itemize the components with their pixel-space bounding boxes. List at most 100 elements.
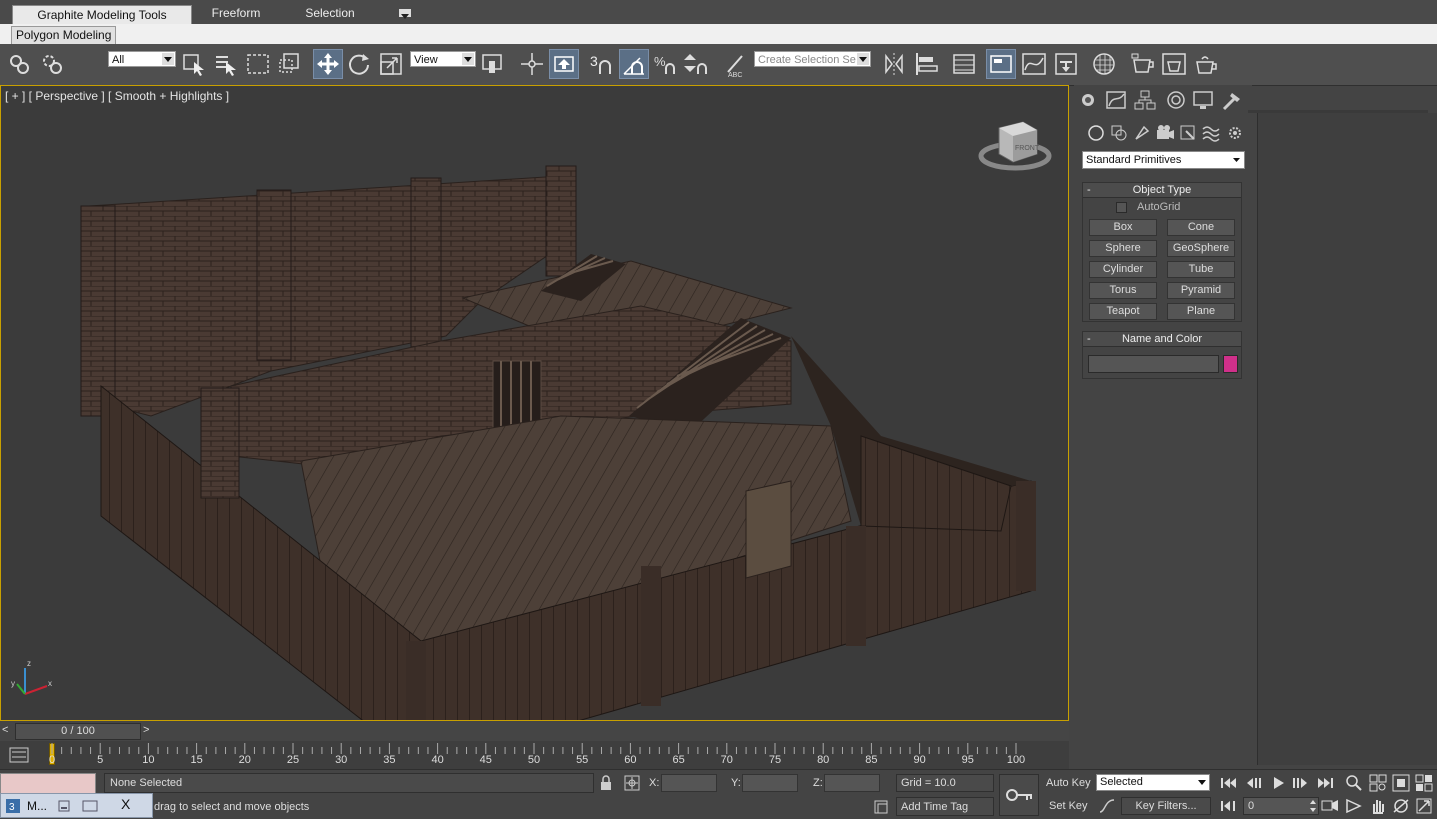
tab-graphite-modeling-tools[interactable]: Graphite Modeling Tools: [12, 5, 192, 24]
previous-frame-icon[interactable]: [1243, 774, 1265, 792]
geometry-icon[interactable]: [1086, 123, 1106, 143]
spinner-snap-icon[interactable]: [684, 50, 712, 78]
named-selection-dropdown[interactable]: Create Selection Se: [754, 51, 871, 67]
align-icon[interactable]: [912, 50, 940, 78]
snaps-toggle-icon[interactable]: 3: [588, 50, 616, 78]
render-setup-icon[interactable]: [1128, 50, 1156, 78]
orbit-icon[interactable]: [1391, 796, 1411, 816]
pivot-center-icon[interactable]: [480, 50, 508, 78]
edit-named-selection-icon[interactable]: ABC: [722, 50, 750, 79]
primitive-category-dropdown[interactable]: Standard Primitives: [1082, 151, 1245, 169]
scene-explorer-icon[interactable]: [986, 49, 1016, 79]
autogrid-checkbox[interactable]: [1116, 202, 1127, 213]
play-icon[interactable]: [1268, 774, 1290, 792]
shapes-icon[interactable]: [1109, 123, 1129, 143]
systems-icon[interactable]: [1225, 123, 1245, 143]
absolute-mode-icon[interactable]: [623, 774, 641, 792]
time-next-button[interactable]: >: [143, 724, 149, 736]
key-mode-dropdown[interactable]: Selected: [1096, 774, 1210, 791]
select-object-icon[interactable]: [180, 50, 208, 78]
minimize-icon[interactable]: [57, 799, 71, 813]
schematic-view-icon[interactable]: [1052, 50, 1080, 78]
reference-coordinate-dropdown[interactable]: View: [410, 51, 476, 67]
geosphere-button[interactable]: GeoSphere: [1167, 240, 1235, 257]
angle-snap-icon[interactable]: [619, 49, 649, 79]
cameras-icon[interactable]: [1155, 123, 1175, 143]
rendered-frame-window-icon[interactable]: [1160, 50, 1188, 78]
field-of-view-icon[interactable]: [1320, 796, 1340, 816]
select-and-rotate-icon[interactable]: [345, 50, 373, 78]
polygon-modeling-panel[interactable]: Polygon Modeling: [11, 26, 117, 45]
ribbon-options-dropdown[interactable]: [399, 9, 411, 19]
object-type-header[interactable]: - Object Type: [1083, 183, 1241, 198]
name-and-color-header[interactable]: - Name and Color: [1083, 332, 1241, 347]
cone-button[interactable]: Cone: [1167, 219, 1235, 236]
set-key-button[interactable]: [999, 774, 1039, 816]
window-crossing-icon[interactable]: [276, 50, 304, 78]
zoom-extents-all-icon[interactable]: [1414, 773, 1434, 793]
key-mode-toggle-icon[interactable]: [1218, 797, 1240, 815]
next-frame-icon[interactable]: [1289, 774, 1311, 792]
material-editor-icon[interactable]: [1090, 50, 1118, 78]
mirror-icon[interactable]: [880, 50, 908, 78]
cylinder-button[interactable]: Cylinder: [1089, 261, 1157, 278]
zoom-all-icon[interactable]: [1368, 773, 1388, 793]
plane-button[interactable]: Plane: [1167, 303, 1235, 320]
time-tag-icon[interactable]: [872, 798, 892, 816]
tab-selection[interactable]: Selection: [290, 4, 370, 22]
teapot-button[interactable]: Teapot: [1089, 303, 1157, 320]
render-production-icon[interactable]: [1192, 50, 1220, 78]
layer-explorer-icon[interactable]: [950, 50, 978, 78]
track-bar[interactable]: 0 5 10 15 20 25 30 35 40 45 50 55 60 65 70 75 80 85 90 95 10…: [0, 741, 1069, 769]
box-button[interactable]: Box: [1089, 219, 1157, 236]
go-to-end-icon[interactable]: [1314, 774, 1336, 792]
zoom-extents-icon[interactable]: [1391, 773, 1411, 793]
display-tab-icon[interactable]: [1191, 89, 1215, 111]
sphere-button[interactable]: Sphere: [1089, 240, 1157, 257]
tab-freeform[interactable]: Freeform: [196, 4, 276, 22]
percent-snap-icon[interactable]: %: [652, 50, 680, 78]
time-slider[interactable]: < 0 / 100 >: [0, 722, 1069, 741]
lights-icon[interactable]: [1132, 123, 1152, 143]
rectangular-selection-icon[interactable]: [244, 50, 272, 78]
lock-icon[interactable]: [597, 774, 615, 792]
select-by-name-icon[interactable]: [212, 50, 240, 78]
perspective-viewport[interactable]: [ + ] [ Perspective ] [ Smooth + Highlig…: [0, 85, 1069, 721]
pan-hand-icon[interactable]: [1368, 796, 1388, 816]
utilities-tab-icon[interactable]: [1220, 89, 1244, 111]
current-frame-spinner[interactable]: 0: [1243, 797, 1319, 815]
hierarchy-tab-icon[interactable]: [1133, 89, 1157, 111]
unlink-selection-icon[interactable]: [39, 50, 67, 78]
manipulate-icon[interactable]: [518, 50, 546, 78]
time-slider-handle[interactable]: 0 / 100: [15, 723, 141, 740]
z-coord-input[interactable]: [824, 774, 880, 792]
restore-icon[interactable]: [81, 799, 99, 813]
torus-button[interactable]: Torus: [1089, 282, 1157, 299]
select-and-move-icon[interactable]: [313, 49, 343, 79]
keyboard-shortcut-override-icon[interactable]: [549, 49, 579, 79]
motion-tab-icon[interactable]: [1164, 89, 1188, 111]
close-icon[interactable]: X: [121, 796, 130, 812]
viewcube-icon[interactable]: FRONT: [977, 116, 1057, 186]
object-color-swatch[interactable]: [1223, 355, 1238, 373]
selection-filter-dropdown[interactable]: All: [108, 51, 176, 67]
modify-tab-icon[interactable]: [1104, 89, 1128, 111]
add-time-tag-button[interactable]: Add Time Tag: [896, 797, 994, 816]
space-warps-icon[interactable]: [1201, 123, 1221, 143]
tube-button[interactable]: Tube: [1167, 261, 1235, 278]
auto-key-button[interactable]: Auto Key: [1043, 774, 1094, 792]
select-and-scale-icon[interactable]: [377, 50, 405, 78]
set-key-mode-button[interactable]: Set Key: [1043, 797, 1094, 815]
x-coord-input[interactable]: [661, 774, 717, 792]
maxscript-listener-field[interactable]: [0, 773, 96, 795]
maximize-viewport-icon[interactable]: [1414, 796, 1434, 816]
y-coord-input[interactable]: [742, 774, 798, 792]
select-and-link-icon[interactable]: [6, 50, 34, 78]
go-to-start-icon[interactable]: [1218, 774, 1240, 792]
curve-editor-icon[interactable]: [1020, 50, 1048, 78]
pyramid-button[interactable]: Pyramid: [1167, 282, 1235, 299]
zoom-icon[interactable]: [1344, 773, 1364, 793]
key-filters-button[interactable]: Key Filters...: [1121, 797, 1211, 815]
default-in-out-tangent-icon[interactable]: [1097, 797, 1117, 815]
time-prev-button[interactable]: <: [2, 724, 8, 736]
